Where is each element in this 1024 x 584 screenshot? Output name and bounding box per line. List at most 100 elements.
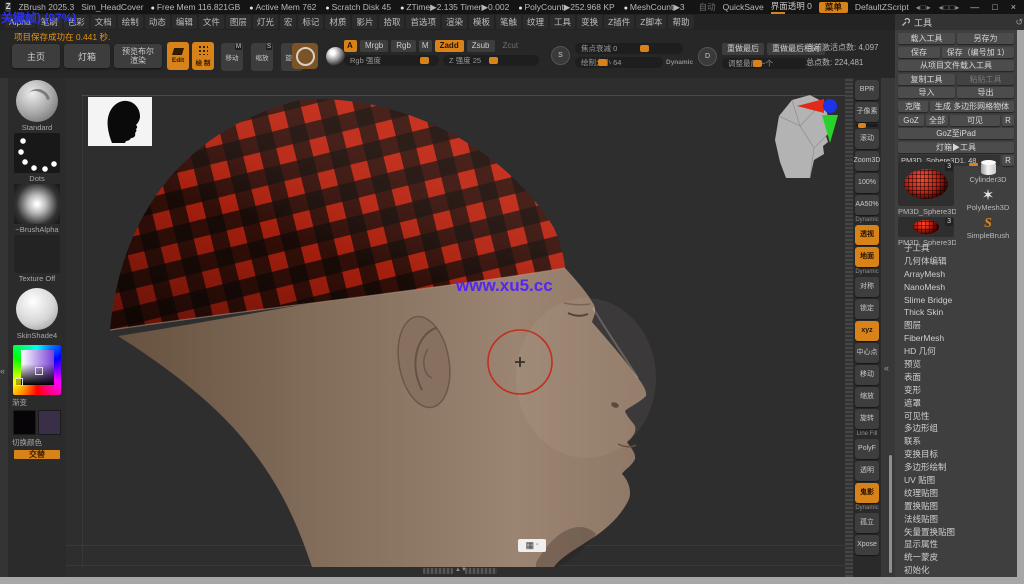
menu-24[interactable]: 帮助 <box>668 15 693 29</box>
save-as-button[interactable]: 另存为 <box>957 33 1014 44</box>
section-24[interactable]: 统一蒙皮 <box>895 551 1011 564</box>
lightbox-button[interactable]: 灯箱 <box>64 44 110 68</box>
canvas-viewport[interactable]: www.xu5.cc <box>66 78 853 577</box>
copy-tool-button[interactable]: 复制工具 <box>898 74 955 85</box>
shelf-10[interactable]: xyz <box>855 321 879 341</box>
adjust-last-slider[interactable]: 调整最后一个 <box>722 58 808 69</box>
quicksave-button[interactable]: QuickSave <box>723 2 764 12</box>
shelf-2[interactable]: 滚动 <box>855 129 879 149</box>
save-tool-button[interactable]: 保存 <box>898 47 940 58</box>
shelf-8[interactable]: 对称 <box>855 277 879 297</box>
ui-opacity-slider[interactable]: 界面透明 0 <box>771 0 812 14</box>
color-picker[interactable] <box>13 345 61 395</box>
goz-button[interactable]: GoZ <box>898 115 924 126</box>
section-10[interactable]: 表面 <box>895 371 1011 384</box>
shelf-5[interactable]: AA50% <box>855 195 879 215</box>
section-25[interactable]: 初始化 <box>895 564 1011 577</box>
refresh-icon[interactable]: ↺ <box>1015 17 1023 28</box>
mrgb-button[interactable]: Mrgb <box>360 40 388 52</box>
goz-r-button[interactable]: R <box>1002 115 1014 126</box>
m-button[interactable]: M <box>419 40 432 52</box>
rgb-intensity-slider[interactable]: Rgb 强度 <box>344 55 439 66</box>
section-1[interactable]: 几何体编辑 <box>895 255 1011 268</box>
tool-item-polymesh[interactable]: ✶ PolyMesh3D <box>960 188 1016 212</box>
menu-11[interactable]: 标记 <box>298 15 323 29</box>
clone-button[interactable]: 克隆 <box>898 101 928 112</box>
shelf-18[interactable]: 孤立 <box>855 513 879 533</box>
panel-scrollbar[interactable] <box>889 455 892 573</box>
menu-17[interactable]: 模板 <box>469 15 494 29</box>
secondary-color-swatch[interactable] <box>38 410 61 435</box>
section-13[interactable]: 可见性 <box>895 410 1011 423</box>
section-9[interactable]: 预览 <box>895 358 1011 371</box>
section-5[interactable]: Thick Skin <box>895 306 1011 319</box>
collapse-right-icon[interactable]: « <box>884 363 889 373</box>
primary-color-swatch[interactable] <box>13 410 36 435</box>
shelf-1[interactable]: 子像素 <box>855 102 879 122</box>
redo-last-button[interactable]: 重做最后 <box>722 43 764 55</box>
texture-thumbnail[interactable] <box>14 235 60 273</box>
shelf-9[interactable]: 锁定 <box>855 299 879 319</box>
goz-ipad-button[interactable]: GoZ至iPad <box>898 128 1014 139</box>
shelf-3[interactable]: Zoom3D <box>855 151 879 171</box>
section-22[interactable]: 矢量置换贴图 <box>895 526 1011 539</box>
preview-boolean-button[interactable]: 预览布尔渲染 <box>114 44 162 68</box>
edit-button[interactable]: Edit <box>167 42 189 70</box>
shelf-6[interactable]: 透视 <box>855 225 879 245</box>
menu-3[interactable]: 文档 <box>91 15 116 29</box>
draw-size-slider[interactable]: 绘制大小 64 <box>575 57 663 68</box>
import-button[interactable]: 导入 <box>898 87 955 98</box>
move-button[interactable]: M 移动 <box>221 43 243 71</box>
auto-toggle[interactable]: 自动 <box>699 1 716 13</box>
menu-4[interactable]: 绘制 <box>118 15 143 29</box>
section-15[interactable]: 联系 <box>895 435 1011 448</box>
shelf-7[interactable]: 地面 <box>855 247 879 267</box>
section-0[interactable]: 子工具 <box>895 242 1011 255</box>
menu-10[interactable]: 宏 <box>280 15 297 29</box>
layout-switch-icon[interactable]: ◂□▸ <box>916 3 932 12</box>
z-intensity-slider[interactable]: Z 强度 25 <box>443 55 539 66</box>
shelf-14[interactable]: 旋转 <box>855 409 879 429</box>
layout-switch2-icon[interactable]: ◂□□▸ <box>939 3 961 12</box>
section-2[interactable]: ArrayMesh <box>895 268 1011 281</box>
shelf-17[interactable]: 鬼影 <box>855 483 879 503</box>
scale-button[interactable]: S 缩放 <box>251 43 273 71</box>
section-12[interactable]: 遮罩 <box>895 397 1011 410</box>
restore-button[interactable]: □ <box>989 2 1000 12</box>
section-8[interactable]: HD 几何 <box>895 345 1011 358</box>
shelf-19[interactable]: Xpose <box>855 535 879 555</box>
rgb-button[interactable]: Rgb <box>391 40 416 52</box>
section-6[interactable]: 图层 <box>895 319 1011 332</box>
tool-item-cylinder[interactable]: Cylinder3D <box>960 162 1016 184</box>
goz-all-button[interactable]: 全部 <box>926 115 948 126</box>
tool-item-sphere2[interactable]: 3 <box>898 217 954 237</box>
make-polymesh-button[interactable]: 生成 多边形网格物体 <box>930 101 1014 112</box>
collapse-left-icon[interactable]: « <box>0 366 5 376</box>
export-button[interactable]: 导出 <box>957 87 1014 98</box>
tool-item-simplebrush[interactable]: S SimpleBrush <box>960 217 1016 240</box>
section-11[interactable]: 变形 <box>895 384 1011 397</box>
stroke-thumbnail[interactable] <box>14 133 60 173</box>
section-3[interactable]: NanoMesh <box>895 281 1011 294</box>
axis-z-icon[interactable] <box>823 99 837 113</box>
dynamic-label[interactable]: Dynamic <box>666 59 693 66</box>
section-16[interactable]: 变换目标 <box>895 448 1011 461</box>
d-button[interactable]: D <box>698 47 717 66</box>
menu-21[interactable]: 变换 <box>577 15 602 29</box>
shelf-11[interactable]: 中心点 <box>855 343 879 363</box>
alpha-thumbnail[interactable] <box>14 184 60 224</box>
left-tray-divider[interactable]: « <box>0 78 8 577</box>
menu-8[interactable]: 图层 <box>226 15 251 29</box>
timeline-scroll-left[interactable] <box>423 568 453 574</box>
shelf-slider-1[interactable] <box>856 124 878 127</box>
shelf-12[interactable]: 移动 <box>855 365 879 385</box>
section-17[interactable]: 多边形绘制 <box>895 461 1011 474</box>
menu-16[interactable]: 渲染 <box>442 15 467 29</box>
menu-6[interactable]: 编辑 <box>172 15 197 29</box>
focal-shift-slider[interactable]: 焦点衰减 0 <box>575 43 683 54</box>
menu-12[interactable]: 材质 <box>325 15 350 29</box>
menu-button[interactable]: 菜单 <box>819 2 848 13</box>
zscript-button[interactable]: DefaultZScript <box>855 2 909 12</box>
shelf-4[interactable]: 100% <box>855 173 879 193</box>
load-from-project-button[interactable]: 从项目文件载入工具 <box>898 60 1014 71</box>
